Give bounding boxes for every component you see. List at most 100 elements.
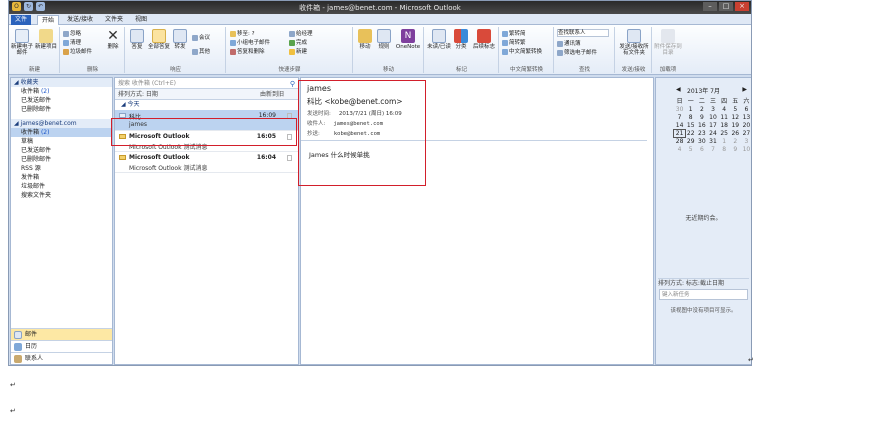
- cleanup-button[interactable]: 清理: [63, 38, 81, 46]
- new-task-input[interactable]: 键入新任务: [659, 289, 748, 300]
- nav-mail-button[interactable]: 邮件: [11, 328, 112, 340]
- more-respond-button[interactable]: 其他: [192, 47, 210, 55]
- calendar-day[interactable]: 7: [707, 146, 718, 153]
- calendar-day[interactable]: 26: [730, 130, 741, 137]
- calendar-day[interactable]: 13: [741, 114, 751, 121]
- calendar-day[interactable]: 8: [685, 114, 696, 121]
- save-attachments-button[interactable]: 附件保存到目录: [654, 29, 682, 56]
- calendar-day[interactable]: 11: [719, 114, 730, 121]
- calendar-day[interactable]: 8: [719, 146, 730, 153]
- trad-to-simp-button[interactable]: 繁转简: [502, 29, 526, 37]
- calendar-day[interactable]: 6: [741, 106, 751, 113]
- calendar-day[interactable]: 9: [696, 114, 707, 121]
- address-book-button[interactable]: 通讯簿: [557, 39, 581, 47]
- follow-up-button[interactable]: 后续标志: [471, 29, 497, 50]
- search-input[interactable]: 搜索 收件箱 (Ctrl+E) ⚲: [115, 78, 298, 89]
- onenote-button[interactable]: N OneNote: [394, 29, 422, 50]
- calendar-day[interactable]: 14: [674, 122, 685, 129]
- unread-read-button[interactable]: 未读/已读: [427, 29, 451, 50]
- delete-button[interactable]: ✕ 删除: [103, 29, 123, 50]
- send-receive-all-button[interactable]: 发送/接收所有文件夹: [617, 29, 651, 56]
- new-items-button[interactable]: 新建项目: [34, 29, 58, 50]
- nav-calendar-button[interactable]: 日历: [11, 340, 112, 352]
- calendar-day[interactable]: 5: [730, 106, 741, 113]
- tab-folder[interactable]: 文件夹: [101, 15, 127, 25]
- fav-sent[interactable]: 已发送邮件: [11, 96, 112, 105]
- calendar-day[interactable]: 10: [741, 146, 751, 153]
- move-button[interactable]: 移动: [356, 29, 374, 50]
- calendar-day[interactable]: 16: [696, 122, 707, 129]
- forward-button[interactable]: 转发: [172, 29, 188, 50]
- reply-all-button[interactable]: 全部答复: [148, 29, 170, 50]
- flag-icon[interactable]: [287, 155, 292, 161]
- close-button[interactable]: ×: [735, 2, 749, 11]
- tab-send-receive[interactable]: 发送/接收: [63, 15, 97, 25]
- mail-item[interactable]: Microsoft Outlook Microsoft Outlook 测试消息…: [115, 152, 298, 173]
- calendar-day[interactable]: 2: [730, 138, 741, 145]
- calendar-day[interactable]: 19: [730, 122, 741, 129]
- calendar-day[interactable]: 17: [707, 122, 718, 129]
- calendar-day[interactable]: 22: [685, 130, 696, 137]
- reply-button[interactable]: 答复: [128, 29, 146, 50]
- find-contact-input[interactable]: 查找联系人: [557, 29, 609, 37]
- folder-junk[interactable]: 垃圾邮件: [11, 182, 112, 191]
- calendar-day[interactable]: 4: [719, 106, 730, 113]
- folder-drafts[interactable]: 草稿: [11, 137, 112, 146]
- calendar-day[interactable]: 15: [685, 122, 696, 129]
- calendar-day[interactable]: 27: [741, 130, 751, 137]
- calendar-day[interactable]: 30: [696, 138, 707, 145]
- tab-home[interactable]: 开始: [37, 15, 60, 25]
- next-month-button[interactable]: ▶: [742, 86, 747, 93]
- maximize-button[interactable]: □: [719, 2, 733, 11]
- calendar-day[interactable]: 12: [730, 114, 741, 121]
- calendar-day[interactable]: 7: [674, 114, 685, 121]
- favorites-header[interactable]: ◢ 收藏夹: [11, 78, 112, 87]
- quickstep-to-manager[interactable]: 给经理: [289, 29, 313, 37]
- calendar-day[interactable]: 10: [707, 114, 718, 121]
- folder-search[interactable]: 搜索文件夹: [11, 191, 112, 200]
- fav-inbox[interactable]: 收件箱 (2): [11, 87, 112, 96]
- calendar-day[interactable]: 30: [674, 106, 685, 113]
- tab-view[interactable]: 视图: [131, 15, 151, 25]
- quickstep-reply-delete[interactable]: 答复和删除: [230, 47, 265, 55]
- date-navigator[interactable]: 日一二三四五六 30 1 2 3 4 5 6 7 8 9 10 11 12 13 14 15 16 17 18 19 20…: [672, 96, 751, 153]
- calendar-day[interactable]: 3: [741, 138, 751, 145]
- calendar-day[interactable]: 6: [696, 146, 707, 153]
- calendar-day[interactable]: 23: [696, 130, 707, 137]
- calendar-day[interactable]: 2: [696, 106, 707, 113]
- new-email-button[interactable]: 新建电子邮件: [11, 29, 33, 56]
- calendar-day[interactable]: 21: [672, 129, 687, 138]
- quickstep-done[interactable]: 完成: [289, 38, 307, 46]
- calendar-day[interactable]: 25: [719, 130, 730, 137]
- rules-button[interactable]: 规则: [376, 29, 392, 50]
- folder-rss[interactable]: RSS 源: [11, 164, 112, 173]
- simp-to-trad-button[interactable]: 简转繁: [502, 38, 526, 46]
- minimize-button[interactable]: –: [703, 2, 717, 11]
- calendar-day[interactable]: 20: [741, 122, 751, 129]
- calendar-day[interactable]: 18: [719, 122, 730, 129]
- categorize-button[interactable]: 分类: [453, 29, 469, 50]
- meeting-button[interactable]: 会议: [192, 33, 210, 41]
- calendar-day[interactable]: 29: [685, 138, 696, 145]
- calendar-day[interactable]: 28: [674, 138, 685, 145]
- task-arrange-bar[interactable]: 排列方式: 标志:截止日期: [658, 278, 749, 287]
- folder-outbox[interactable]: 发件箱: [11, 173, 112, 182]
- calendar-day[interactable]: 1: [719, 138, 730, 145]
- folder-deleted[interactable]: 已删除邮件: [11, 155, 112, 164]
- group-header-today[interactable]: ◢ 今天: [115, 100, 298, 110]
- quickstep-team-email[interactable]: 小组电子邮件: [230, 38, 270, 46]
- quickstep-move-to[interactable]: 移至: ?: [230, 29, 255, 37]
- folder-inbox[interactable]: 收件箱 (2): [11, 128, 112, 137]
- sort-order[interactable]: 由新到旧: [260, 89, 284, 100]
- calendar-day[interactable]: 9: [730, 146, 741, 153]
- chinese-conversion-button[interactable]: 中文简繁转换: [502, 47, 542, 55]
- calendar-day[interactable]: 4: [674, 146, 685, 153]
- filter-email-button[interactable]: 筛选电子邮件: [557, 48, 597, 56]
- calendar-day[interactable]: 31: [707, 138, 718, 145]
- calendar-day[interactable]: 24: [707, 130, 718, 137]
- calendar-day[interactable]: 3: [707, 106, 718, 113]
- ignore-button[interactable]: 忽略: [63, 29, 81, 37]
- fav-deleted[interactable]: 已删除邮件: [11, 105, 112, 114]
- nav-contacts-button[interactable]: 联系人: [11, 352, 112, 364]
- junk-button[interactable]: 垃圾邮件: [63, 47, 92, 55]
